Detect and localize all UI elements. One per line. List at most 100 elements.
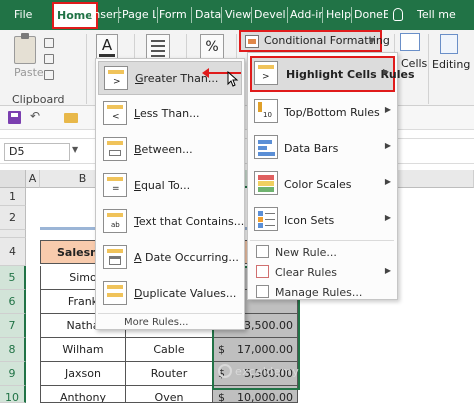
editing-icon[interactable] — [440, 34, 458, 54]
table-row-name[interactable]: Wilham — [40, 338, 126, 362]
open-folder-icon[interactable] — [64, 113, 78, 123]
tab-developer[interactable]: Develc — [254, 0, 286, 30]
conditional-formatting-menu: > Highlight Cells Rules ▶ 10 Top/Bottom … — [247, 52, 415, 302]
less-than-icon: < — [103, 101, 127, 125]
undo-icon[interactable]: ↶ — [30, 109, 40, 123]
tab-separator — [191, 7, 192, 23]
row-header-7[interactable]: 7 — [0, 314, 26, 338]
tab-separator — [157, 7, 158, 23]
tab-done[interactable]: DoneE — [354, 0, 388, 30]
more-rules-link[interactable]: More Rules... — [124, 317, 188, 328]
menu-item-icon-sets[interactable]: Icon Sets ▶ — [250, 202, 395, 238]
table-row-name[interactable]: Jaxson — [40, 362, 126, 386]
table-row-item[interactable]: Cable — [126, 338, 213, 362]
chevron-right-icon: ▶ — [384, 213, 391, 222]
top-bottom-icon: 10 — [254, 99, 278, 123]
table-row-name[interactable]: Anthony — [40, 386, 126, 403]
table-row-item[interactable]: Oven — [126, 386, 213, 403]
font-color-icon[interactable]: A — [96, 34, 118, 60]
menu-item-text-contains[interactable]: ab Text that Contains... — [98, 205, 244, 239]
menu-item-between[interactable]: Between... — [98, 133, 242, 167]
tab-separator — [351, 7, 352, 23]
tab-page-layout[interactable]: Page L — [122, 0, 156, 30]
exceldemy-logo-icon — [218, 364, 232, 378]
submenu-item-label: Top/Bottom Rules — [284, 106, 380, 119]
menu-item-data-bars[interactable]: Data Bars ▶ — [250, 130, 395, 166]
row-header-4[interactable]: 4 — [0, 238, 26, 266]
menu-item-equal-to[interactable]: = Equal To... — [98, 169, 242, 203]
row-header-9[interactable]: 9 — [0, 362, 26, 386]
paste-label[interactable]: Paste — [14, 66, 44, 79]
tab-data[interactable]: Data — [195, 0, 221, 30]
menu-item-top-bottom-rules[interactable]: 10 Top/Bottom Rules ▶ — [250, 94, 395, 130]
row-header-10[interactable]: 10 — [0, 386, 26, 403]
chevron-down-icon[interactable]: ▼ — [72, 145, 78, 154]
icon-sets-icon — [254, 207, 278, 231]
row-header-1[interactable]: 1 — [0, 188, 26, 206]
data-bars-icon — [254, 135, 278, 159]
submenu-item-label: Color Scales — [284, 178, 352, 191]
chevron-right-icon: ▶ — [384, 177, 391, 186]
row-header-6[interactable]: 6 — [0, 290, 26, 314]
row-header-5[interactable]: 5 — [0, 266, 26, 290]
menu-item-greater-than[interactable]: > Greater Than... — [98, 61, 242, 95]
cells-icon[interactable] — [400, 33, 420, 51]
tab-separator — [221, 7, 222, 23]
copy-icon[interactable] — [44, 54, 54, 64]
greater-than-icon: > — [104, 66, 128, 90]
tab-view[interactable]: View — [225, 0, 251, 30]
tab-help[interactable]: Help — [326, 0, 351, 30]
table-row-item[interactable]: Router — [126, 362, 213, 386]
menu-separator — [98, 313, 242, 314]
row-header-2[interactable]: 2 — [0, 206, 26, 230]
tab-insert[interactable]: Insert — [90, 0, 122, 30]
ribbon-tab-bar: File Home Insert Page L Form Data View D… — [0, 0, 474, 30]
tab-separator — [251, 7, 252, 23]
tab-separator — [287, 7, 288, 23]
tell-me-search[interactable]: Tell me — [417, 0, 456, 30]
new-rule-icon — [256, 245, 269, 258]
column-header-a[interactable]: A — [26, 170, 40, 188]
watermark: exceldemy — [235, 365, 300, 378]
manage-rules-icon — [256, 285, 269, 298]
conditional-formatting-button[interactable]: Conditional Formatting ▼ — [239, 30, 390, 52]
menu-item-highlight-cells-rules[interactable]: > Highlight Cells Rules ▶ — [250, 56, 415, 92]
menu-item-label: Duplicate Values... — [134, 287, 237, 300]
row-header-3[interactable]: 3 — [0, 230, 26, 238]
equal-to-icon: = — [103, 173, 127, 197]
menu-item-manage-rules[interactable]: Manage Rules... — [250, 282, 395, 302]
name-box[interactable]: D5 — [4, 143, 70, 161]
format-painter-icon[interactable] — [44, 70, 54, 80]
tab-file[interactable]: File — [14, 0, 32, 30]
menu-item-clear-rules[interactable]: Clear Rules ▶ — [250, 262, 395, 282]
tab-formulas[interactable]: Form — [159, 0, 189, 30]
conditional-formatting-icon — [245, 35, 259, 48]
row-header-8[interactable]: 8 — [0, 338, 26, 362]
submenu-item-label: Highlight Cells Rules — [286, 68, 415, 81]
mouse-pointer-icon — [227, 71, 239, 87]
select-all-corner[interactable] — [0, 170, 26, 188]
menu-separator — [250, 240, 394, 241]
menu-item-less-than[interactable]: < Less Than... — [98, 97, 242, 131]
cut-icon[interactable] — [44, 38, 54, 48]
alignment-icon[interactable] — [146, 34, 170, 60]
save-icon[interactable] — [8, 111, 21, 124]
menu-item-duplicate-values[interactable]: Duplicate Values... — [98, 277, 242, 311]
chevron-down-icon: ▼ — [368, 36, 375, 45]
menu-item-date-occurring[interactable]: A Date Occurring... — [98, 241, 242, 275]
tab-add-ins[interactable]: Add-ir — [290, 0, 322, 30]
menu-item-new-rule[interactable]: New Rule... — [250, 242, 395, 262]
duplicate-values-icon — [103, 281, 127, 305]
submenu-item-label: New Rule... — [275, 246, 337, 259]
menu-item-label: Less Than... — [134, 107, 200, 120]
chevron-right-icon: ▶ — [384, 141, 391, 150]
editing-button[interactable]: Editing — [432, 58, 470, 71]
percent-style-button[interactable]: % — [200, 34, 224, 60]
highlight-cells-icon: > — [254, 61, 278, 85]
menu-item-color-scales[interactable]: Color Scales ▶ — [250, 166, 395, 202]
chevron-right-icon: ▶ — [384, 105, 391, 114]
paste-icon[interactable] — [14, 33, 36, 64]
submenu-item-label: Clear Rules — [275, 266, 337, 279]
chevron-right-icon: ▶ — [384, 266, 391, 275]
menu-item-label: Between... — [134, 143, 193, 156]
